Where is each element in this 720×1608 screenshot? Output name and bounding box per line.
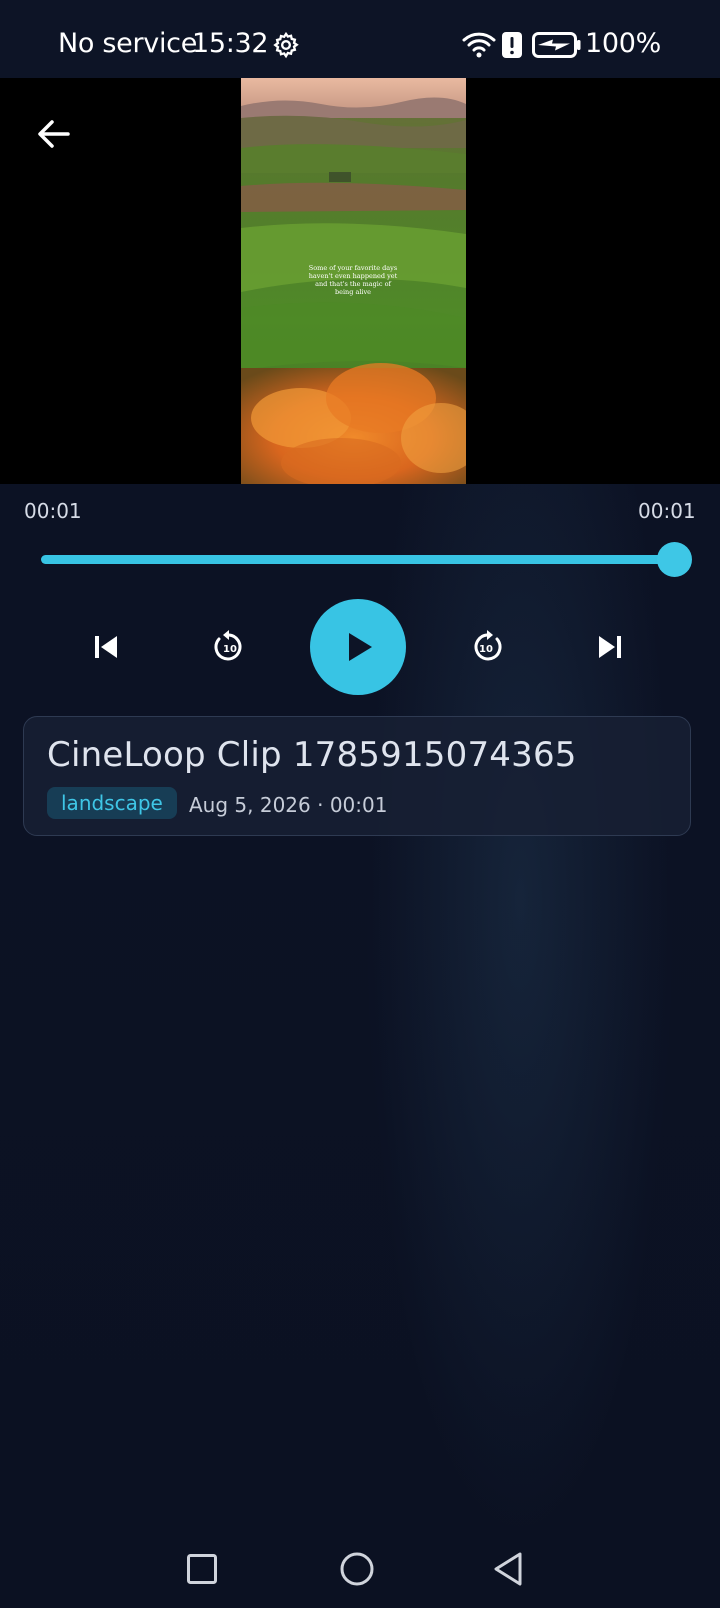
battery-charging-icon — [532, 32, 581, 58]
svg-text:10: 10 — [223, 644, 237, 655]
alert-icon — [502, 32, 522, 58]
video-caption-line: Some of your favorite days — [309, 264, 397, 272]
current-time: 00:01 — [24, 499, 82, 523]
gear-icon — [273, 31, 299, 59]
video-player[interactable]: Some of your favorite days haven't even … — [0, 78, 720, 484]
nav-back-button[interactable] — [492, 1551, 524, 1587]
back-arrow-icon[interactable] — [32, 112, 76, 156]
clip-info-card: CineLoop Clip 1785915074365 landscape Au… — [23, 716, 691, 836]
play-icon — [349, 633, 372, 661]
carrier-label: No service — [58, 28, 198, 59]
video-thumbnail: Some of your favorite days haven't even … — [241, 78, 466, 484]
skip-previous-button[interactable] — [84, 625, 128, 669]
progress-slider[interactable] — [41, 555, 675, 564]
tag-badge: landscape — [47, 787, 177, 819]
video-frame[interactable]: Some of your favorite days haven't even … — [241, 78, 466, 484]
home-button[interactable] — [339, 1551, 375, 1587]
battery-percentage: 100% — [585, 28, 661, 59]
video-caption-line: haven't even happened yet — [309, 272, 398, 280]
wifi-icon — [462, 32, 496, 58]
clip-meta: Aug 5, 2026 · 00:01 — [189, 793, 388, 817]
svg-text:10: 10 — [479, 644, 493, 655]
skip-next-button[interactable] — [588, 625, 632, 669]
clip-title: CineLoop Clip 1785915074365 — [47, 735, 577, 775]
clock: 15:32 — [192, 28, 269, 59]
video-caption-line: being alive — [335, 288, 371, 296]
video-caption-line: and that's the magic of — [315, 280, 391, 288]
recent-apps-button[interactable] — [186, 1553, 218, 1585]
play-button[interactable] — [310, 599, 406, 695]
progress-slider-thumb[interactable] — [657, 542, 692, 577]
total-time: 00:01 — [638, 499, 696, 523]
rewind-10-button[interactable]: 10 — [207, 625, 251, 669]
forward-10-button[interactable]: 10 — [465, 625, 509, 669]
status-bar: No service 15:32 100% — [0, 0, 720, 78]
